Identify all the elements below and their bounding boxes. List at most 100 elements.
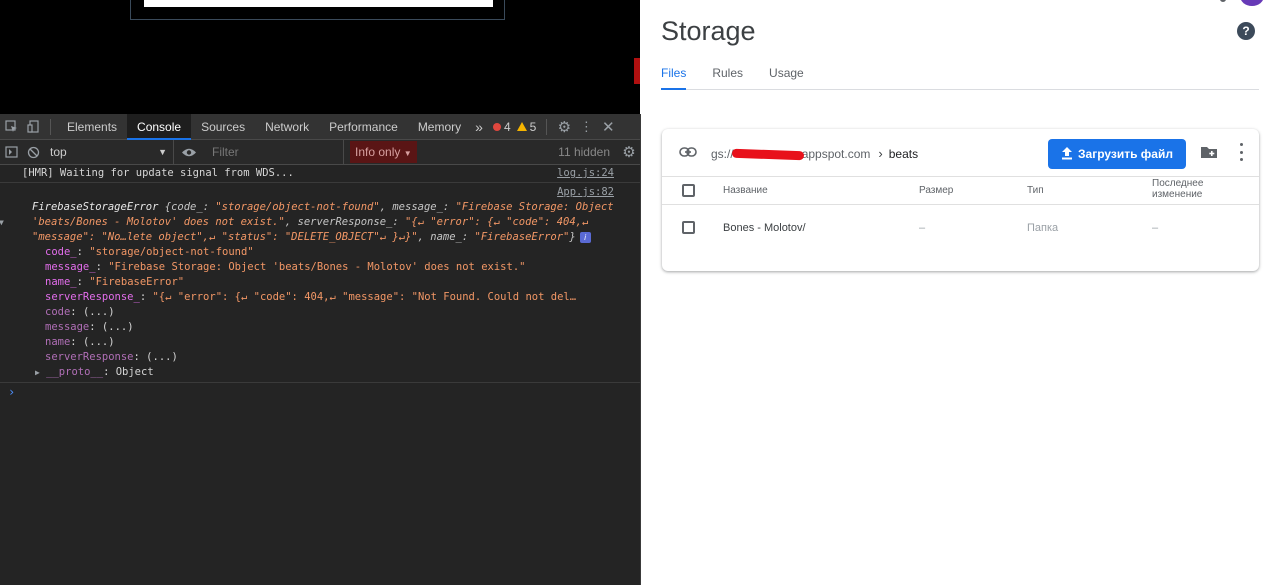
upload-file-label: Загрузить файл [1078,147,1173,161]
console-prompt[interactable]: › [0,383,640,402]
table-header: Название Размер Тип Последнее изменение [662,177,1259,205]
log-level-value: Info only [355,145,401,159]
column-header-size[interactable]: Размер [919,185,953,196]
summary-value: "storage/object-not-found" [215,201,380,213]
link-icon[interactable] [679,145,697,159]
more-vert-icon[interactable] [1238,143,1244,161]
bucket-suffix[interactable]: appspot.com [802,147,871,161]
proto-property[interactable]: ▶ __proto__: Object [22,365,642,380]
source-link[interactable]: App.js:82 [22,185,632,200]
sidebar-toggle-icon[interactable] [0,139,22,165]
property-value: (...) [101,321,134,333]
property-value: Object [115,366,154,378]
device-toolbar-icon[interactable] [22,114,44,140]
tab-usage[interactable]: Usage [769,62,804,90]
file-modified: – [1152,222,1159,234]
tab-sources[interactable]: Sources [191,114,255,140]
property-key: code [45,306,71,318]
clear-console-icon[interactable] [22,139,44,165]
tab-elements[interactable]: Elements [57,114,127,140]
summary-key: } [569,231,576,243]
source-link[interactable]: log.js:24 [557,166,614,181]
property-separator: : [89,321,102,333]
bucket-prefix[interactable]: gs:// [711,147,734,161]
close-icon[interactable]: ✕ [597,114,619,140]
preview-content [144,0,493,7]
page-title: Storage [661,16,756,46]
property-key: name [45,336,71,348]
tab-network[interactable]: Network [255,114,319,140]
redaction-mark [731,149,804,161]
error-icon [492,122,501,131]
context-value: top [50,145,67,159]
property-separator: : [139,291,153,303]
object-property: code_: "storage/object-not-found" [22,245,642,260]
object-property[interactable]: code: (...) [22,305,642,320]
property-value: (...) [82,336,115,348]
property-separator: : [133,351,147,363]
console-filter-input[interactable]: Filter [204,139,344,165]
file-name[interactable]: Bones - Molotov/ [723,222,806,234]
log-level-select[interactable]: Info only ▼ [350,141,417,163]
object-property: message_: "Firebase Storage: Object 'bea… [22,260,642,275]
table-row[interactable]: Bones - Molotov/ – Папка – [662,205,1259,251]
expand-triangle-icon[interactable]: ▼ [0,215,4,230]
object-property[interactable]: serverResponse: (...) [22,350,642,365]
property-separator: : [76,246,90,258]
info-icon[interactable]: i [579,231,591,243]
summary-key: , name_: [417,231,475,243]
inspect-element-icon[interactable] [0,114,22,140]
object-property[interactable]: message: (...) [22,320,642,335]
file-browser-card: gs:// appspot.com › beats Загрузить файл На… [662,129,1259,271]
file-type: Папка [1027,222,1059,234]
object-property: name_: "FirebaseError" [22,275,642,290]
property-separator: : [70,336,83,348]
error-properties: code_: "storage/object-not-found" message… [22,245,632,365]
warning-icon [516,122,527,131]
help-icon[interactable]: ? [1237,22,1255,40]
kebab-menu-icon[interactable]: ⋮ [575,114,597,140]
error-summary[interactable]: FirebaseStorageError {code_: "storage/ob… [0,200,632,245]
warning-count: 5 [529,119,537,134]
tab-files[interactable]: Files [661,62,687,90]
summary-key: , message_: [379,201,456,213]
console-settings-gear-icon[interactable]: ⚙ [618,139,640,165]
property-separator: : [70,306,83,318]
tab-console[interactable]: Console [127,113,192,140]
tab-performance[interactable]: Performance [319,114,408,140]
settings-gear-icon[interactable]: ⚙ [553,114,575,140]
preview-red-edge [634,58,640,84]
property-key: message [45,321,90,333]
more-tabs-button[interactable]: » [471,114,487,140]
property-value: (...) [82,306,115,318]
file-browser-header: gs:// appspot.com › beats Загрузить файл [662,129,1259,177]
apps-icon[interactable] [1220,0,1226,2]
live-expression-eye-icon[interactable] [174,139,204,165]
tab-memory[interactable]: Memory [408,114,471,140]
column-header-type[interactable]: Тип [1027,185,1044,196]
property-separator: : [95,261,109,273]
property-value: "Firebase Storage: Object 'beats/Bones -… [108,261,526,273]
object-property[interactable]: name: (...) [22,335,642,350]
error-class-name: FirebaseStorageError [32,201,159,213]
context-select[interactable]: top ▼ [44,139,174,165]
chevron-down-icon: ▼ [403,149,412,158]
summary-value: "Firebase Storage: Object [455,201,614,213]
select-all-checkbox[interactable] [682,184,695,197]
row-checkbox[interactable] [682,221,695,234]
create-folder-icon[interactable] [1200,145,1218,159]
console-message-hmr: [HMR] Waiting for update signal from WDS… [0,165,640,183]
issues-counter[interactable]: 4 5 [492,119,537,134]
tab-rules[interactable]: Rules [712,62,743,90]
object-property: serverResponse_: "{↵ "error": {↵ "code":… [22,290,642,305]
property-key: serverResponse [45,351,134,363]
tabbar-divider [546,118,548,135]
upload-file-button[interactable]: Загрузить файл [1048,139,1186,169]
column-header-modified[interactable]: Последнее изменение [1152,178,1242,200]
property-key: code_ [45,246,77,258]
column-header-name[interactable]: Название [723,185,768,196]
console-output: [HMR] Waiting for update signal from WDS… [0,165,640,402]
avatar[interactable] [1240,0,1264,6]
column-header-modified-line2: изменение [1152,189,1203,200]
current-folder: beats [888,147,919,161]
